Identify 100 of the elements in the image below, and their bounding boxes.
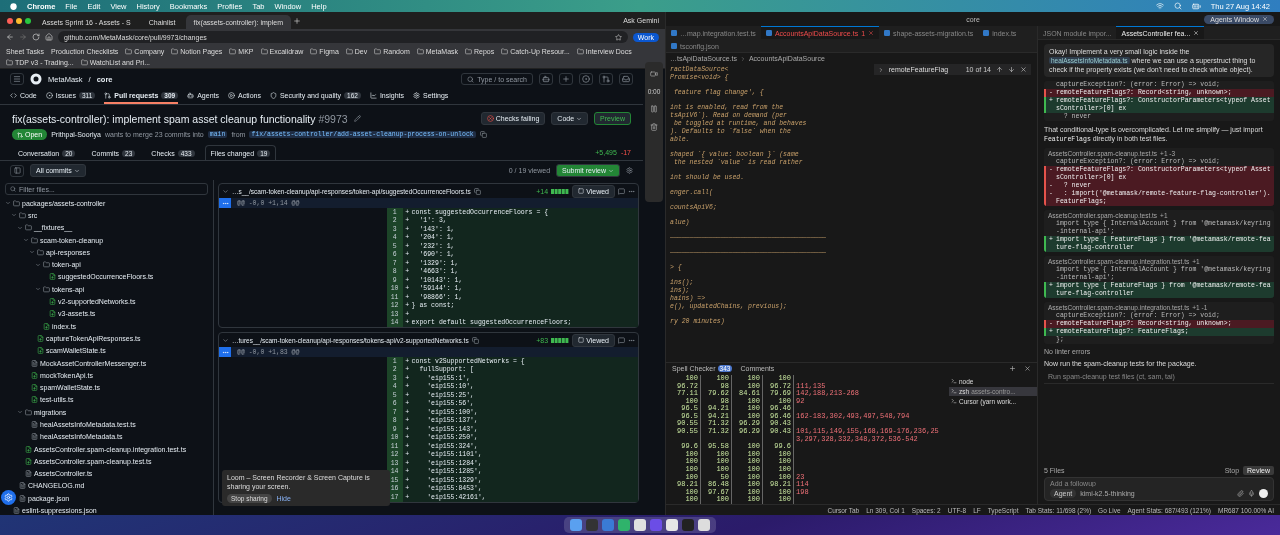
bot-icon[interactable] (539, 73, 553, 85)
file-modified-icon (13, 507, 20, 515)
menu-icon[interactable] (10, 73, 24, 85)
file-added-icon (25, 445, 32, 453)
folder-icon (260, 47, 268, 55)
copy-icon[interactable] (471, 336, 479, 344)
chevron-right-icon[interactable] (877, 66, 884, 73)
file-added-icon (49, 310, 56, 318)
close-icon[interactable] (1024, 365, 1031, 373)
chevron-down-icon[interactable] (222, 187, 229, 195)
paperclip-icon[interactable] (1237, 490, 1244, 497)
folder-icon (171, 47, 179, 55)
folder-icon (25, 224, 32, 232)
chevron-down-icon[interactable] (222, 336, 229, 344)
chart-icon (369, 92, 377, 99)
edit-icon[interactable] (353, 115, 361, 122)
folder-icon (25, 408, 32, 416)
search-icon (10, 186, 16, 192)
close-icon[interactable] (868, 30, 875, 36)
settings-icon (4, 493, 13, 502)
comment-icon[interactable] (618, 187, 625, 195)
logo-icon[interactable] (30, 73, 42, 85)
app-icon[interactable] (698, 519, 710, 531)
file-added-icon (49, 273, 56, 281)
folder-icon (6, 58, 13, 66)
next-icon[interactable] (1008, 66, 1015, 73)
pause-icon[interactable] (650, 105, 658, 113)
microphone-icon[interactable] (1248, 490, 1255, 497)
folder-icon (43, 261, 50, 269)
folder-icon (501, 47, 509, 55)
wifi-icon[interactable] (1155, 2, 1164, 10)
file-modified-icon (31, 433, 38, 441)
window-controls-icon[interactable] (6, 16, 32, 25)
folder-icon (37, 248, 44, 256)
comment-icon[interactable] (618, 336, 625, 344)
file-icon (983, 30, 990, 36)
search-icon (467, 75, 475, 83)
folder-icon (465, 47, 473, 55)
caret-icon (608, 167, 614, 174)
folder-icon (43, 285, 50, 293)
bot-icon (187, 92, 195, 99)
plus-icon[interactable] (559, 73, 573, 85)
app-icon[interactable] (666, 519, 678, 531)
chevron-down-icon (35, 286, 41, 293)
folder-icon (310, 47, 318, 55)
search-icon[interactable] (1173, 2, 1182, 10)
folder-icon (416, 47, 424, 55)
pr-title: fix(assets-controller): implement spam asset cleanup functionality #9973 (12, 112, 348, 125)
issue-icon[interactable] (579, 73, 593, 85)
file-added-icon (31, 384, 38, 392)
close-icon[interactable] (1020, 66, 1027, 73)
back-icon[interactable] (6, 33, 14, 41)
file-modified-icon (31, 421, 38, 428)
forward-icon[interactable] (19, 33, 27, 41)
previous-icon[interactable] (996, 66, 1003, 73)
file-icon (671, 30, 677, 36)
folder-icon (125, 47, 133, 55)
sidebar-icon[interactable] (10, 164, 24, 177)
file-modified-icon (25, 470, 32, 478)
expand-button[interactable] (219, 347, 231, 357)
copy-icon[interactable] (479, 131, 487, 138)
terminal-icon (951, 398, 957, 405)
file-added-icon (25, 457, 32, 465)
diffstat-icon (551, 188, 570, 194)
send-icon[interactable] (1259, 489, 1268, 498)
file-modified-icon (19, 482, 26, 490)
checkbox-icon (578, 188, 585, 194)
file-added-icon (37, 347, 44, 355)
camera-icon[interactable] (650, 70, 658, 78)
home-icon[interactable] (45, 33, 53, 41)
app-icon[interactable] (570, 519, 582, 531)
file-added-icon (49, 298, 56, 305)
file-modified-icon (19, 494, 26, 502)
app-icon[interactable] (618, 519, 630, 531)
file-added-icon (43, 322, 50, 330)
terminal-icon (951, 388, 957, 395)
app-icon[interactable] (634, 519, 646, 531)
file-added-icon (31, 396, 38, 404)
plus-icon[interactable] (1009, 365, 1016, 373)
terminal-icon (951, 378, 957, 385)
inbox-icon[interactable] (619, 73, 633, 85)
trash-icon[interactable] (650, 123, 658, 131)
file-modified-icon (31, 359, 38, 367)
folder-icon (576, 47, 584, 55)
close-icon (1262, 16, 1268, 22)
star-icon[interactable] (614, 33, 622, 41)
folder-icon (31, 236, 38, 244)
file-icon (671, 43, 677, 49)
expand-button[interactable] (219, 198, 231, 208)
new-tab-icon[interactable] (293, 16, 302, 25)
checkbox-icon (578, 337, 585, 343)
file-added-icon (37, 334, 44, 342)
battery-icon[interactable] (1191, 1, 1201, 11)
reload-icon[interactable] (32, 33, 40, 41)
chevron-down-icon (17, 409, 23, 416)
shield-icon (269, 92, 277, 99)
caret-icon (73, 167, 80, 174)
settings-icon[interactable] (626, 167, 633, 174)
copy-icon[interactable] (473, 187, 481, 195)
pull-request-icon[interactable] (599, 73, 613, 85)
